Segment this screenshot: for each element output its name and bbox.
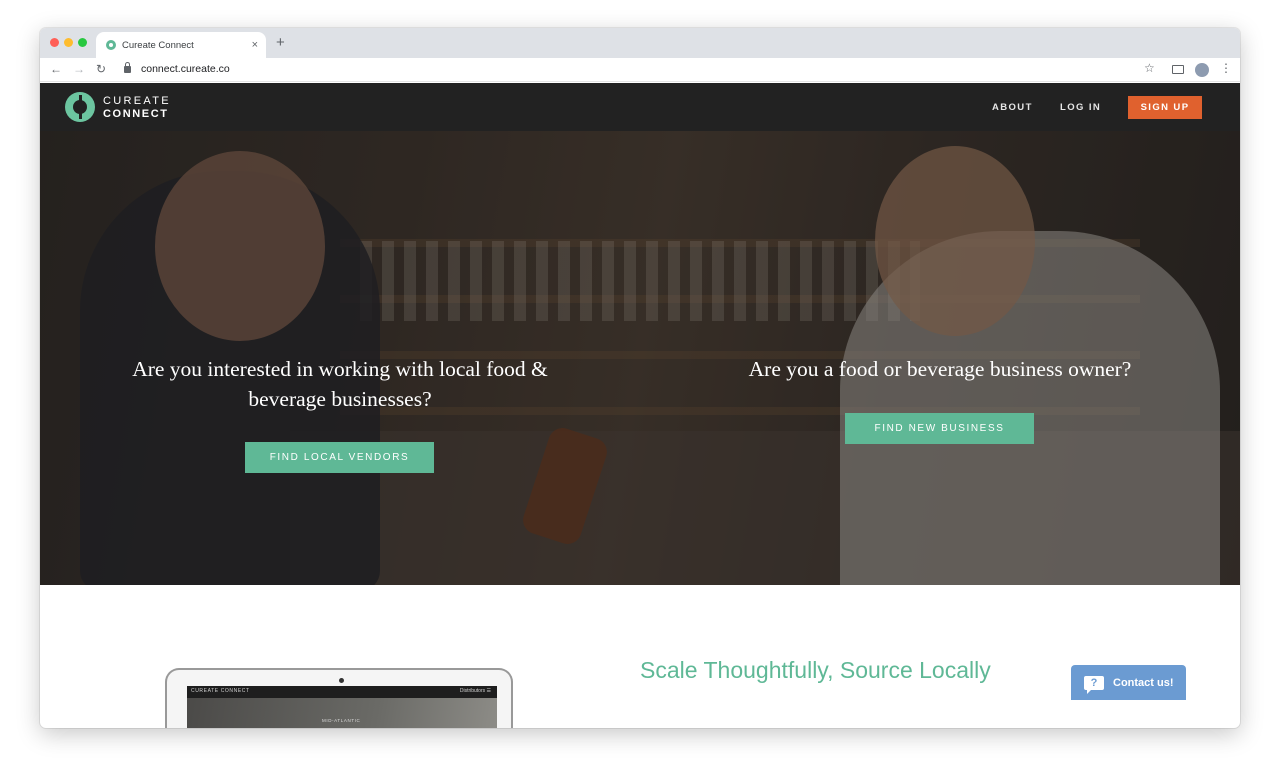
browser-window: Cureate Connect × + ← → ↻ connect.cureat…: [40, 28, 1240, 728]
address-bar[interactable]: connect.cureate.co: [141, 63, 230, 75]
zoom-window-button[interactable]: [78, 38, 87, 47]
site-header: CUREATE CONNECT ABOUT LOG IN SIGN UP: [40, 83, 1240, 131]
vendor-question-heading: Are you interested in working with local…: [132, 357, 548, 411]
browser-menu-icon[interactable]: ⋮: [1220, 62, 1232, 74]
laptop-screen-brand: CUREATE CONNECT: [191, 688, 250, 694]
lock-icon[interactable]: [124, 62, 131, 73]
contact-us-button[interactable]: ? Contact us!: [1071, 665, 1186, 700]
cureate-logo-icon[interactable]: [65, 92, 95, 122]
hero-banner: Are you interested in working with local…: [40, 131, 1240, 585]
reload-icon[interactable]: ↻: [96, 63, 106, 75]
logo-wordmark-bottom[interactable]: CONNECT: [103, 108, 169, 120]
cureate-favicon-icon: [106, 40, 116, 50]
laptop-screen-caption: MID-ATLANTIC: [322, 718, 361, 723]
back-icon[interactable]: ←: [50, 63, 62, 75]
laptop-preview-image: CUREATE CONNECT Distributors ☰ MID-ATLAN…: [165, 668, 513, 728]
new-tab-icon[interactable]: +: [276, 35, 285, 50]
tab-strip: Cureate Connect × +: [40, 28, 1240, 58]
close-tab-icon[interactable]: ×: [252, 39, 258, 51]
close-window-button[interactable]: [50, 38, 59, 47]
address-toolbar: ← → ↻ connect.cureate.co ☆ ⋮: [40, 58, 1240, 82]
find-new-business-button[interactable]: FIND NEW BUSINESS: [845, 413, 1034, 444]
find-local-vendors-button[interactable]: FIND LOCAL VENDORS: [245, 442, 434, 473]
laptop-screen-header: CUREATE CONNECT Distributors ☰: [187, 686, 497, 698]
business-owner-question-heading: Are you a food or beverage business owne…: [748, 357, 1132, 381]
browser-tab[interactable]: Cureate Connect ×: [96, 32, 266, 58]
forward-icon[interactable]: →: [73, 63, 85, 75]
nav-login-link[interactable]: LOG IN: [1060, 102, 1101, 113]
signup-button[interactable]: SIGN UP: [1128, 96, 1202, 119]
laptop-screen-nav: Distributors ☰: [459, 688, 491, 694]
section-title: Scale Thoughtfully, Source Locally: [640, 657, 991, 683]
cast-icon[interactable]: [1172, 65, 1184, 74]
laptop-camera: [339, 678, 344, 683]
contact-us-label: Contact us!: [1113, 676, 1174, 689]
profile-avatar[interactable]: [1195, 63, 1209, 77]
chat-question-icon: ?: [1084, 675, 1104, 694]
logo-wordmark-top[interactable]: CUREATE: [103, 95, 171, 107]
laptop-screen-hero: MID-ATLANTIC: [187, 698, 497, 728]
minimize-window-button[interactable]: [64, 38, 73, 47]
nav-about-link[interactable]: ABOUT: [992, 102, 1033, 113]
laptop-screen: CUREATE CONNECT Distributors ☰ MID-ATLAN…: [187, 686, 497, 728]
tab-title: Cureate Connect: [122, 39, 194, 51]
bookmark-star-icon[interactable]: ☆: [1144, 62, 1155, 74]
